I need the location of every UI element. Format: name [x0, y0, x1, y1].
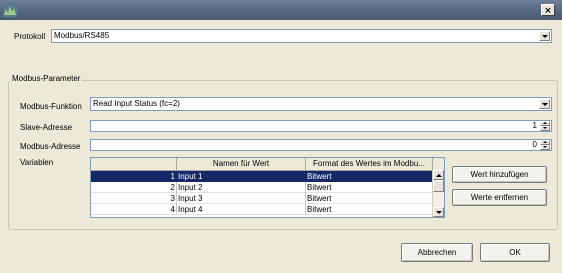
ok-button[interactable]: OK: [480, 243, 550, 262]
table-header: Namen für Wert Format des Wertes im Modb…: [91, 158, 444, 171]
table-row[interactable]: 4 Input 4 Bitwert: [91, 204, 444, 215]
row-name: Input 3: [177, 193, 306, 204]
cancel-button[interactable]: Abbrechen: [401, 243, 473, 262]
function-select[interactable]: Read Input Status (fc=2): [90, 97, 552, 111]
row-format: Bitwert: [306, 204, 433, 215]
dialog-window: × Protokoll Modbus/RS485 Modbus-Paramete…: [0, 0, 562, 273]
group-title: Modbus-Parameter: [10, 74, 83, 83]
row-format: Bitwert: [306, 182, 433, 193]
modbus-address-spinner[interactable]: [540, 140, 550, 150]
table-row[interactable]: 1 Input 1 Bitwert: [91, 171, 444, 182]
modbus-address-field[interactable]: 0: [90, 139, 552, 151]
column-header-name[interactable]: Namen für Wert: [177, 158, 306, 170]
row-index: 1: [91, 171, 177, 182]
modbus-address-value: 0: [532, 140, 537, 149]
scrollbar-thumb[interactable]: [433, 180, 444, 192]
row-format: Bitwert: [306, 171, 433, 182]
column-header-format[interactable]: Format des Wertes im Modbu...: [306, 158, 433, 170]
row-index: 2: [91, 182, 177, 193]
column-header-index[interactable]: [91, 158, 177, 170]
title-bar: ×: [0, 0, 562, 20]
close-icon: ×: [544, 6, 552, 16]
row-name: Input 2: [177, 182, 306, 193]
app-icon: [3, 3, 17, 17]
close-button[interactable]: ×: [541, 4, 555, 16]
spinner-down-icon[interactable]: [540, 145, 550, 150]
table-scrollbar[interactable]: [432, 170, 444, 217]
function-value: Read Input Status (fc=2): [93, 99, 180, 108]
modbus-address-label: Modbus-Adresse: [20, 142, 81, 151]
add-value-button[interactable]: Wert hinzufügen: [452, 166, 547, 183]
scroll-down-icon[interactable]: [433, 207, 444, 217]
variables-table: Namen für Wert Format des Wertes im Modb…: [90, 157, 445, 218]
dropdown-arrow-icon[interactable]: [539, 99, 550, 109]
protocol-value: Modbus/RS485: [54, 31, 110, 40]
row-index: 4: [91, 204, 177, 215]
dropdown-arrow-icon[interactable]: [539, 31, 550, 41]
table-row[interactable]: 2 Input 2 Bitwert: [91, 182, 444, 193]
table-row[interactable]: 3 Input 3 Bitwert: [91, 193, 444, 204]
spinner-down-icon[interactable]: [540, 126, 550, 131]
slave-address-value: 1: [532, 121, 537, 130]
row-name: Input 4: [177, 204, 306, 215]
row-format: Bitwert: [306, 193, 433, 204]
function-label: Modbus-Funktion: [20, 102, 82, 111]
protocol-select[interactable]: Modbus/RS485: [51, 29, 552, 43]
remove-values-button[interactable]: Werte entfernen: [452, 189, 547, 206]
slave-address-label: Slave-Adresse: [20, 123, 73, 132]
variables-label: Variablen: [20, 158, 54, 167]
protocol-label: Protokoll: [14, 32, 46, 41]
row-name: Input 1: [177, 171, 306, 182]
slave-address-spinner[interactable]: [540, 121, 550, 131]
slave-address-field[interactable]: 1: [90, 120, 552, 132]
row-index: 3: [91, 193, 177, 204]
scroll-up-icon[interactable]: [433, 170, 444, 180]
